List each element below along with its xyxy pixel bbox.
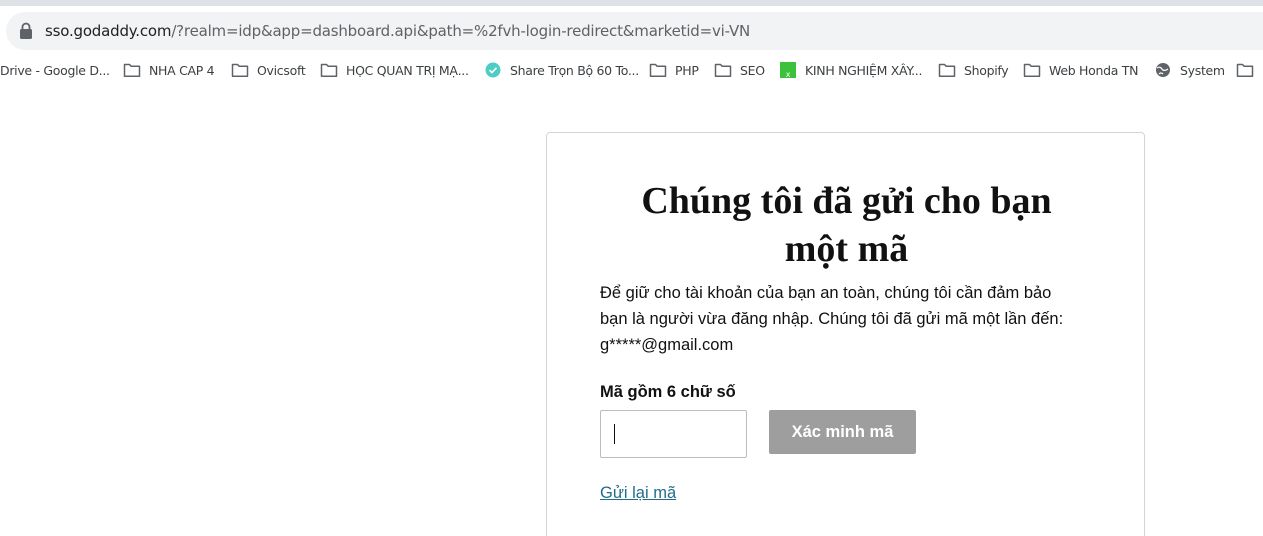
bookmark-label: KINH NGHIỆM XÂY... [805,62,923,78]
bookmark-item[interactable]: PHP [649,56,699,84]
bookmarks-bar: Drive - Google D... NHA CAP 4 Ovicsoft HỌC … [0,56,1263,84]
bookmark-item[interactable]: Web Honda TN [1023,56,1138,84]
folder-icon [123,62,141,78]
bookmark-label: Share Trọn Bộ 60 To... [510,62,639,78]
green-x-icon: x [779,62,797,79]
bookmark-label: Web Honda TN [1049,62,1139,78]
folder-icon [714,62,732,78]
bookmark-label: Drive - Google D... [0,62,110,78]
check-circle-icon [484,62,502,78]
globe-icon [1154,62,1172,78]
bookmark-label: SEO [740,62,765,78]
bookmark-item[interactable]: Share Trọn Bộ 60 To... [484,56,639,84]
text-caret [614,424,615,444]
url-host: sso.godaddy.com [45,22,172,40]
bookmark-label: PHP [675,62,699,78]
verification-card: Chúng tôi đã gửi cho bạn một mã Để giữ c… [546,132,1145,536]
bookmark-item[interactable]: x KINH NGHIỆM XÂY... [779,56,922,84]
browser-toolbar: sso.godaddy.com/?realm=idp&app=dashboard… [0,6,1263,54]
bookmark-item[interactable] [1236,56,1262,84]
lock-icon[interactable] [18,22,34,40]
bookmark-item[interactable]: Shopify [938,56,1009,84]
bookmark-item[interactable]: Drive - Google D... [0,56,110,84]
verify-code-button[interactable]: Xác minh mã [769,410,916,454]
url-path: /?realm=idp&app=dashboard.api&path=%2fvh… [171,22,751,40]
bookmark-item[interactable]: NHA CAP 4 [123,56,215,84]
url-text[interactable]: sso.godaddy.com/?realm=idp&app=dashboard… [45,22,750,40]
resend-code-link[interactable]: Gửi lại mã [600,484,676,503]
page-title: Chúng tôi đã gửi cho bạn một mã [641,180,1052,270]
bookmark-item[interactable]: HỌC QUAN TRỊ MẠ... [320,56,469,84]
masked-email: g*****@gmail.com [600,336,734,354]
bookmark-label: Ovicsoft [257,62,306,78]
address-bar[interactable]: sso.godaddy.com/?realm=idp&app=dashboard… [6,12,1263,50]
code-label: Mã gồm 6 chữ số [600,383,736,401]
svg-text:x: x [786,70,791,78]
code-input[interactable] [600,410,747,458]
bookmark-item[interactable]: SEO [714,56,765,84]
folder-icon [1236,62,1254,78]
folder-icon [938,62,956,78]
folder-icon [649,62,667,78]
bookmark-label: Shopify [964,62,1009,78]
bookmark-label: System [1180,62,1225,78]
description-line-1: Để giữ cho tài khoản của bạn an toàn, ch… [600,284,1052,302]
bookmark-label: HỌC QUAN TRỊ MẠ... [346,62,469,78]
bookmark-item[interactable]: Ovicsoft [231,56,306,84]
folder-icon [231,62,249,78]
description: Để giữ cho tài khoản của bạn an toàn, ch… [600,280,1100,358]
description-line-2: bạn là người vừa đăng nhập. Chúng tôi đã… [600,310,1064,328]
folder-icon [320,62,338,78]
bookmark-label: NHA CAP 4 [149,62,215,78]
folder-icon [1023,62,1041,78]
bookmark-item[interactable]: System [1154,56,1225,84]
